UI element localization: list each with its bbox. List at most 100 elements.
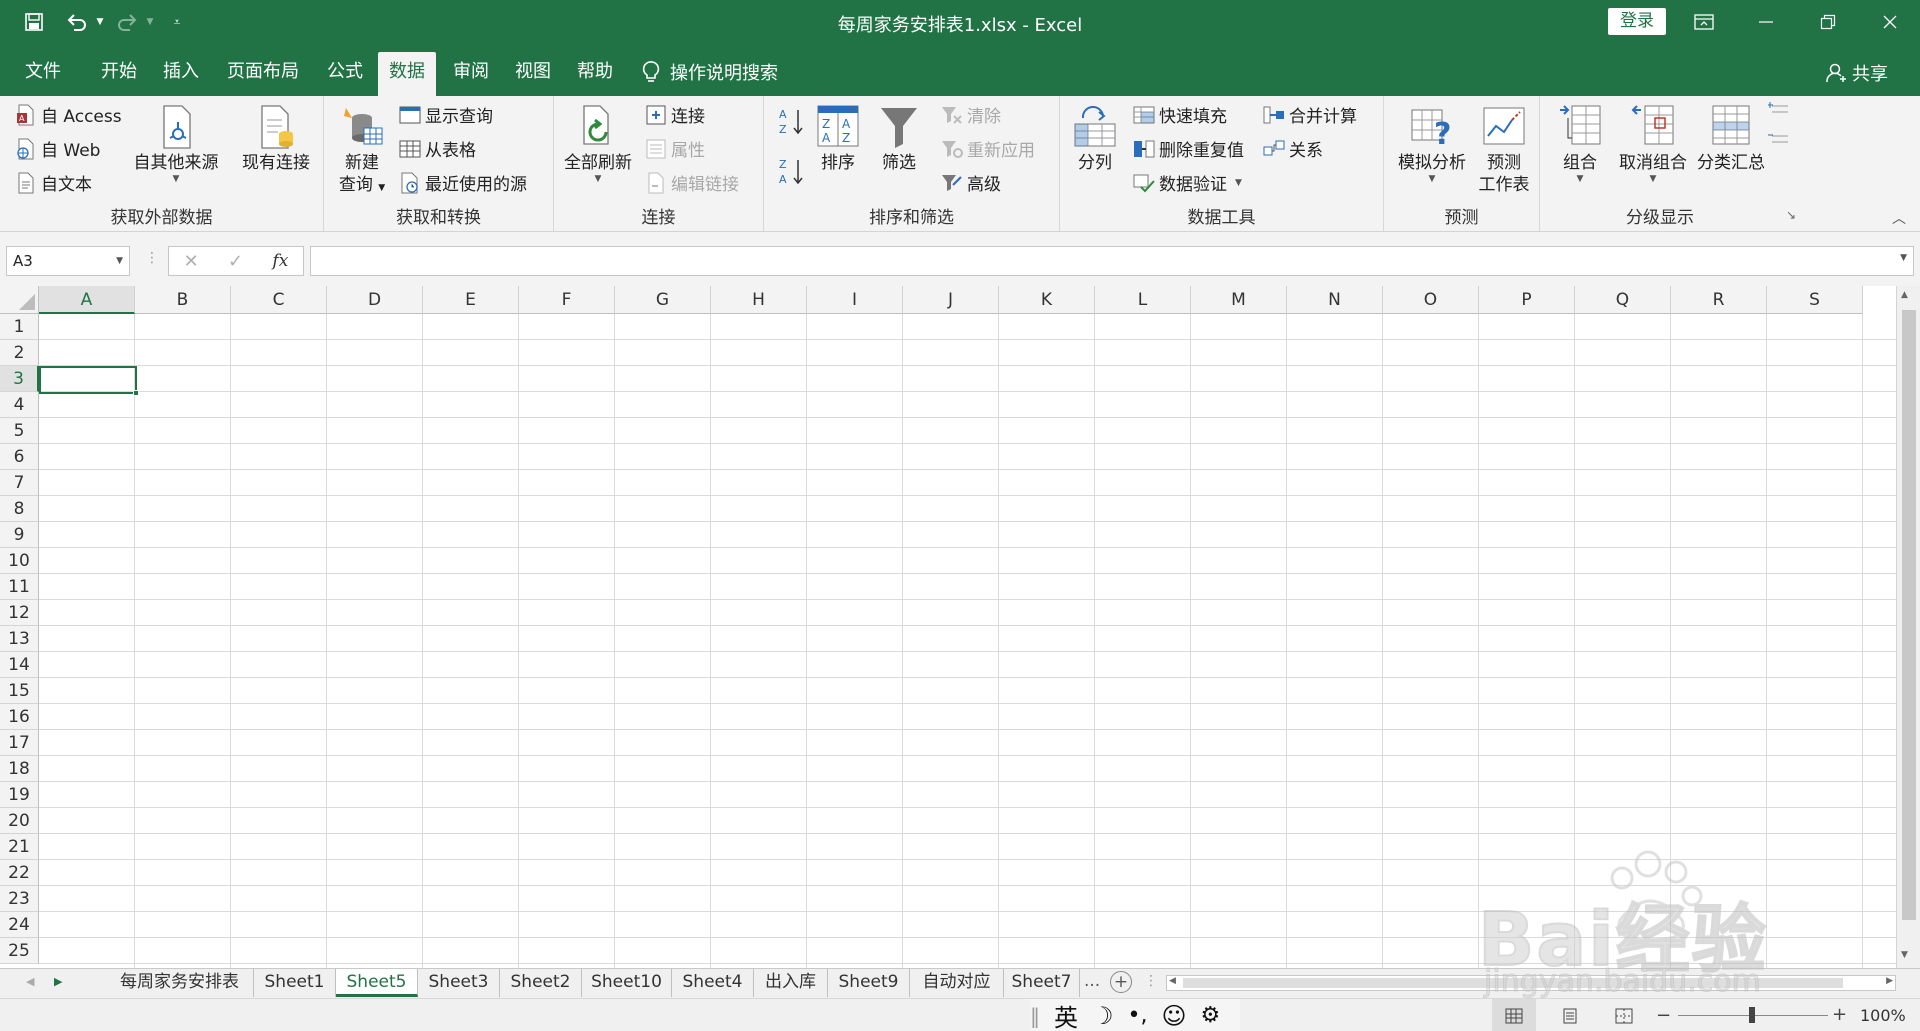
insert-function-icon[interactable]: fx xyxy=(272,251,288,271)
normal-view-icon[interactable] xyxy=(1492,999,1536,1031)
sheet-tab-1[interactable]: 每周家务安排表 xyxy=(106,969,254,997)
sheet-tab-5[interactable]: Sheet2 xyxy=(500,969,582,997)
restore-icon[interactable] xyxy=(1798,4,1858,40)
dialog-launcher-icon[interactable]: ↘ xyxy=(1786,208,1796,222)
ime-grip-icon[interactable]: ‖ xyxy=(1030,1004,1040,1028)
column-header-c[interactable]: C xyxy=(231,286,327,314)
share-button[interactable]: 共享 xyxy=(1826,60,1888,86)
column-header-r[interactable]: R xyxy=(1671,286,1767,314)
zoom-in-icon[interactable]: + xyxy=(1832,1004,1847,1025)
column-header-e[interactable]: E xyxy=(423,286,519,314)
login-button[interactable]: 登录 xyxy=(1608,8,1666,35)
row-header-15[interactable]: 15 xyxy=(0,678,39,704)
sheet-tab-9[interactable]: Sheet9 xyxy=(828,969,910,997)
customize-qat-icon[interactable]: ⩡ xyxy=(168,8,186,36)
row-header-19[interactable]: 19 xyxy=(0,782,39,808)
column-header-a[interactable]: A xyxy=(39,286,135,314)
show-queries-button[interactable]: 显示查询 xyxy=(398,102,493,127)
column-header-s[interactable]: S xyxy=(1767,286,1863,314)
row-header-22[interactable]: 22 xyxy=(0,860,39,886)
connections-button[interactable]: 连接 xyxy=(644,102,705,127)
reapply-button[interactable]: 重新应用 xyxy=(940,136,1035,161)
expand-formula-icon[interactable]: ▼ xyxy=(1900,253,1907,263)
scroll-down-icon[interactable]: ▼ xyxy=(1901,950,1908,960)
moon-icon[interactable]: ☽ xyxy=(1092,1002,1114,1030)
consolidate-button[interactable]: 合并计算 xyxy=(1262,102,1357,127)
row-header-25[interactable]: 25 xyxy=(0,938,39,964)
column-header-n[interactable]: N xyxy=(1287,286,1383,314)
subtotal-button[interactable]: 分类汇总 xyxy=(1692,104,1770,174)
tab-review[interactable]: 审阅 xyxy=(442,52,500,96)
tab-file[interactable]: 文件 xyxy=(14,52,72,96)
row-header-21[interactable]: 21 xyxy=(0,834,39,860)
row-header-3[interactable]: 3 xyxy=(0,366,39,392)
sort-button[interactable]: ZAAZ 排序 xyxy=(808,104,868,174)
minimize-icon[interactable] xyxy=(1736,4,1796,40)
collapse-ribbon-icon[interactable]: ︿ xyxy=(1892,208,1906,228)
refresh-all-button[interactable]: 全部刷新 ▼ xyxy=(560,104,636,184)
column-header-l[interactable]: L xyxy=(1095,286,1191,314)
filter-button[interactable]: 筛选 xyxy=(874,104,924,174)
row-header-24[interactable]: 24 xyxy=(0,912,39,938)
row-header-17[interactable]: 17 xyxy=(0,730,39,756)
hide-detail-icon[interactable] xyxy=(1768,130,1790,150)
zoom-level[interactable]: 100% xyxy=(1860,1006,1906,1025)
sheet-tab-4[interactable]: Sheet3 xyxy=(418,969,500,997)
from-text-button[interactable]: 自文本 xyxy=(14,170,92,195)
column-header-d[interactable]: D xyxy=(327,286,423,314)
row-header-4[interactable]: 4 xyxy=(0,392,39,418)
tab-formulas[interactable]: 公式 xyxy=(316,52,374,96)
sheet-tab-10[interactable]: 自动对应 xyxy=(910,969,1004,997)
column-header-j[interactable]: J xyxy=(903,286,999,314)
sort-ascending-button[interactable]: AZ xyxy=(778,106,807,136)
row-header-20[interactable]: 20 xyxy=(0,808,39,834)
scroll-up-icon[interactable]: ▲ xyxy=(1901,290,1908,300)
column-header-k[interactable]: K xyxy=(999,286,1095,314)
forecast-sheet-button[interactable]: 预测 工作表 xyxy=(1476,104,1532,196)
row-header-18[interactable]: 18 xyxy=(0,756,39,782)
from-web-button[interactable]: 自 Web xyxy=(14,136,100,161)
tab-home[interactable]: 开始 xyxy=(90,52,148,96)
edit-links-button[interactable]: 编辑链接 xyxy=(644,170,739,195)
row-header-6[interactable]: 6 xyxy=(0,444,39,470)
tell-me-search[interactable]: 操作说明搜索 xyxy=(642,58,778,86)
show-detail-icon[interactable] xyxy=(1768,100,1790,120)
row-header-7[interactable]: 7 xyxy=(0,470,39,496)
row-header-13[interactable]: 13 xyxy=(0,626,39,652)
row-header-5[interactable]: 5 xyxy=(0,418,39,444)
vertical-scrollbar[interactable]: ▲ ▼ xyxy=(1896,286,1920,968)
cancel-entry-icon[interactable]: ✕ xyxy=(184,251,199,272)
more-sheets[interactable]: ... xyxy=(1084,971,1100,991)
undo-dropdown-icon[interactable]: ▼ xyxy=(94,8,106,36)
what-if-analysis-button[interactable]: ? 模拟分析 ▼ xyxy=(1392,104,1472,184)
scroll-sheets-left-icon[interactable]: ◀ xyxy=(26,975,34,988)
recent-sources-button[interactable]: 最近使用的源 xyxy=(398,170,527,195)
sheet-tab-6[interactable]: Sheet10 xyxy=(582,969,672,997)
column-header-m[interactable]: M xyxy=(1191,286,1287,314)
sheet-tab-7[interactable]: Sheet4 xyxy=(672,969,754,997)
from-other-sources-button[interactable]: 自其他来源 ▼ xyxy=(130,104,222,184)
ribbon-display-options-icon[interactable] xyxy=(1674,4,1734,40)
cell-area[interactable] xyxy=(39,314,1896,968)
row-header-2[interactable]: 2 xyxy=(0,340,39,366)
advanced-filter-button[interactable]: 高级 xyxy=(940,170,1001,195)
data-validation-button[interactable]: 数据验证 ▼ xyxy=(1132,170,1242,195)
tab-page-layout[interactable]: 页面布局 xyxy=(216,52,310,96)
properties-button[interactable]: 属性 xyxy=(644,136,705,161)
fill-handle[interactable] xyxy=(133,390,139,396)
zoom-out-icon[interactable]: − xyxy=(1656,1005,1671,1026)
name-box[interactable]: A3 ▼ xyxy=(6,246,130,276)
page-break-view-icon[interactable] xyxy=(1602,999,1646,1031)
row-header-14[interactable]: 14 xyxy=(0,652,39,678)
zoom-slider-thumb[interactable] xyxy=(1749,1007,1755,1023)
column-header-f[interactable]: F xyxy=(519,286,615,314)
scroll-right-icon[interactable]: ▶ xyxy=(1886,976,1893,986)
confirm-entry-icon[interactable]: ✓ xyxy=(228,251,243,272)
column-header-b[interactable]: B xyxy=(135,286,231,314)
horizontal-scroll-thumb[interactable] xyxy=(1183,978,1843,988)
new-query-button[interactable]: 新建 查询 ▼ xyxy=(334,104,390,199)
tab-help[interactable]: 帮助 xyxy=(566,52,624,96)
add-sheet-icon[interactable]: + xyxy=(1110,971,1132,993)
column-header-p[interactable]: P xyxy=(1479,286,1575,314)
redo-icon[interactable] xyxy=(114,8,140,36)
